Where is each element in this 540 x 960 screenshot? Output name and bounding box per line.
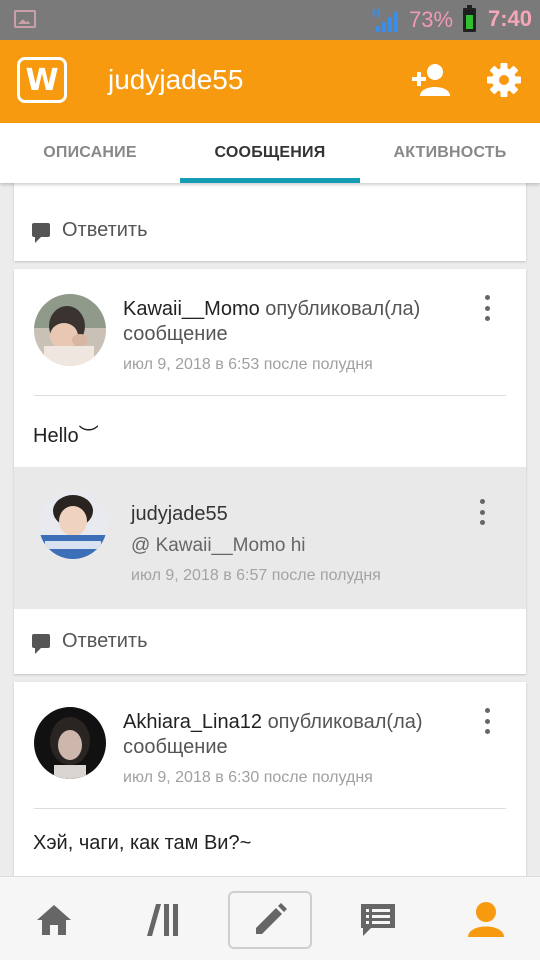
message-card: Ответить	[14, 183, 526, 261]
post-date: июл 9, 2018 в 6:53 после полудня	[123, 356, 373, 373]
more-options-icon[interactable]	[478, 499, 486, 525]
signal-icon: H	[372, 6, 398, 32]
app-logo-icon[interactable]: W	[17, 57, 67, 103]
tab-description[interactable]: ОПИСАНИЕ	[0, 123, 180, 183]
nav-messages[interactable]	[336, 891, 420, 949]
nav-write[interactable]	[228, 891, 312, 949]
bottom-navigation	[0, 876, 540, 960]
author-name[interactable]: Akhiara_Lina12	[123, 711, 262, 733]
comment-icon	[32, 223, 50, 243]
nav-library[interactable]	[120, 891, 204, 949]
more-options-icon[interactable]	[483, 295, 491, 321]
post-header: Akhiara_Lina12 опубликовал(ла) сообщение	[123, 710, 453, 760]
post-date: июл 9, 2018 в 6:30 после полудня	[123, 769, 373, 786]
comment-date: июл 9, 2018 в 6:57 после полудня	[131, 567, 381, 584]
app-bar: W judyjade55	[0, 40, 540, 123]
battery-icon	[463, 5, 476, 32]
avatar[interactable]	[34, 294, 106, 366]
divider	[34, 808, 506, 809]
nav-home[interactable]	[12, 891, 96, 949]
avatar[interactable]	[39, 491, 107, 559]
add-friend-icon[interactable]	[410, 62, 452, 98]
reply-button[interactable]: Ответить	[14, 200, 526, 260]
post-header: Kawaii__Momo опубликовал(ла) сообщение	[123, 297, 453, 347]
avatar[interactable]	[34, 707, 106, 779]
author-name[interactable]: Kawaii__Momo	[123, 298, 260, 320]
more-options-icon[interactable]	[483, 708, 491, 734]
nav-profile[interactable]	[444, 891, 528, 949]
comment: judyjade55 @ Kawaii__Momo hi июл 9, 2018…	[14, 467, 526, 609]
image-notification-icon	[14, 10, 36, 28]
reply-button[interactable]: Ответить	[14, 611, 526, 671]
page-title: judyjade55	[108, 64, 244, 95]
profile-tabs: ОПИСАНИЕ СООБЩЕНИЯ АКТИВНОСТЬ	[0, 123, 540, 183]
settings-gear-icon[interactable]	[486, 62, 522, 98]
status-bar: H 73% 7:40	[0, 0, 540, 40]
reply-label: Ответить	[62, 218, 148, 241]
post-body: Hello︶	[33, 425, 99, 447]
comment-text: @ Kawaii__Momo hi	[131, 535, 306, 556]
profile-icon	[468, 902, 504, 937]
home-icon	[37, 905, 71, 935]
app-logo-glyph: W	[25, 62, 59, 98]
tab-messages[interactable]: СООБЩЕНИЯ	[180, 123, 360, 183]
message-card: Kawaii__Momo опубликовал(ла) сообщение и…	[14, 269, 526, 674]
reply-label: Ответить	[62, 629, 148, 652]
library-icon	[147, 904, 178, 936]
divider	[34, 395, 506, 396]
messages-icon	[361, 904, 395, 936]
clock: 7:40	[488, 6, 533, 31]
comment-icon	[32, 634, 50, 654]
comment-author[interactable]: judyjade55	[131, 503, 228, 526]
tab-activity[interactable]: АКТИВНОСТЬ	[360, 123, 540, 183]
message-card: Akhiara_Lina12 опубликовал(ла) сообщение…	[14, 682, 526, 876]
write-pencil-icon	[256, 903, 287, 934]
battery-percent: 73%	[409, 7, 454, 32]
message-feed[interactable]: Ответить Kawaii__Momo опубликовал(ла) со…	[0, 183, 540, 876]
post-body: Хэй, чаги, как там Ви?~	[33, 832, 252, 854]
